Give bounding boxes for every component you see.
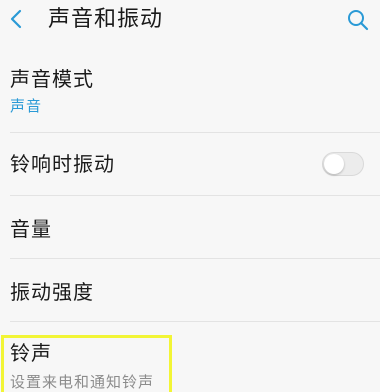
page-title: 声音和振动 bbox=[48, 7, 164, 32]
ring-vibrate-toggle[interactable] bbox=[322, 152, 364, 176]
ring-vibrate-row[interactable]: 铃响时振动 bbox=[0, 133, 380, 195]
header-bar: 声音和振动 bbox=[0, 0, 380, 44]
toggle-knob bbox=[324, 154, 344, 174]
sound-and-vibration-screen: 声音和振动 声音模式 声音 铃响时振动 音量 振动强度 铃声 设置来电和通知铃声 bbox=[0, 0, 380, 392]
sound-mode-value: 声音 bbox=[10, 97, 43, 115]
vibration-strength-label: 振动强度 bbox=[10, 280, 94, 304]
ringtone-description: 设置来电和通知铃声 bbox=[10, 373, 155, 391]
volume-row[interactable]: 音量 bbox=[0, 196, 380, 258]
ring-vibrate-label: 铃响时振动 bbox=[10, 152, 115, 176]
sound-mode-row[interactable]: 声音模式 声音 bbox=[0, 50, 380, 132]
vibration-strength-row[interactable]: 振动强度 bbox=[0, 259, 380, 321]
sound-mode-label: 声音模式 bbox=[10, 67, 94, 91]
search-icon[interactable] bbox=[346, 8, 370, 32]
ringtone-label: 铃声 bbox=[10, 341, 52, 365]
volume-label: 音量 bbox=[10, 217, 52, 241]
chevron-left-icon[interactable] bbox=[6, 8, 28, 30]
ringtone-row[interactable]: 铃声 设置来电和通知铃声 bbox=[0, 322, 380, 392]
